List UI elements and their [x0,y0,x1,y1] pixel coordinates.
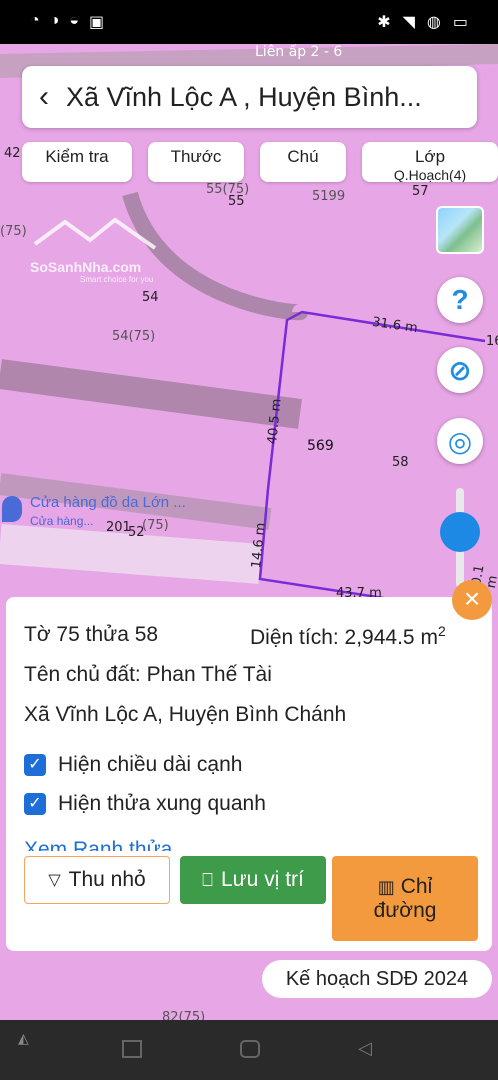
map-number: 5199 [312,189,346,204]
page-title: Xã Vĩnh Lộc A , Huyện Bình... [66,81,422,112]
layer-label: Lớp [414,147,446,166]
compass-icon: ⊘ [448,354,472,386]
map-number: 57 [412,184,429,199]
network-icon: ◥ [402,14,415,31]
status-left: ◔ ◑ ◒ ▣ [30,12,104,32]
layer-button[interactable]: Lớp Q.Hoạch(4) [362,142,498,182]
directions-button[interactable]: ▥ Chỉ đường [332,856,478,941]
directions-label-1: Chỉ [400,874,433,898]
note-button[interactable]: Chú [260,142,346,182]
shop-label: Cửa hàng đồ da Lớn ... [30,494,186,511]
watermark-tagline: Smart choice for you [80,275,154,284]
system-nav-bar: ◭ ◁ [0,1020,498,1080]
map-number: 42 [4,146,21,161]
plan-year-chip[interactable]: Kế hoạch SDĐ 2024 [262,960,492,998]
parcel-info-sheet: Tờ 75 thửa 58 Diện tích: 2,944.5 m2 Tên … [6,597,492,951]
collapse-label: Thu nhỏ [68,868,146,891]
checkbox-show-neighbors[interactable]: ✓ [24,793,46,815]
directions-label-2: đường [373,898,437,922]
status-bar: ◔ ◑ ◒ ▣ ✱ ◥ ◍ ▭ [0,0,498,44]
header-bar: ‹ Xã Vĩnh Lộc A , Huyện Bình... [22,66,477,128]
checkbox-show-edge-length[interactable]: ✓ [24,754,46,776]
map-icon: ▥ [377,876,395,897]
triangle-down-icon: ▽ [48,872,61,889]
accessibility-icon[interactable]: ◭ [18,1030,29,1047]
parcel-number: 569 [307,438,334,454]
layer-sub: Q.Hoạch(4) [393,167,467,182]
bookmark-icon: ⎕ [202,869,213,890]
measure-label: Thước [170,147,222,166]
status-right: ✱ ◥ ◍ ▭ [377,12,468,32]
help-button[interactable]: ? [437,277,483,323]
notification-icon: ◒ [69,12,80,29]
shop-label-secondary: Cửa hàng... [30,514,94,528]
battery-icon: ▭ [452,14,468,31]
parcel-id: Tờ 75 thửa 58 [24,623,159,646]
checkbox-label: Hiện chiều dài cạnh [58,753,243,776]
area-label: Diện tích: 2,944.5 m [250,626,438,649]
area-text: Diện tích: 2,944.5 m2 [250,623,446,650]
check-label: Kiểm tra [45,147,109,166]
map-number: 58 [392,455,409,470]
shop-pin-icon [2,496,22,522]
view-boundary-link[interactable]: Xem Ranh thửa [24,835,172,851]
map-number: 54 [142,290,159,305]
check-button[interactable]: Kiểm tra [22,142,132,182]
street-label: Liên ấp 2 - 6 [255,44,343,60]
save-location-button[interactable]: ⎕ Lưu vị trí [180,856,326,904]
map-layer-toggle[interactable] [436,206,484,254]
locate-icon: ◎ [447,425,473,457]
measure-button[interactable]: Thước [148,142,244,182]
collapse-button[interactable]: ▽ Thu nhỏ [24,856,170,904]
check-icon: ✓ [28,756,42,773]
watermark-brand: SoSanhNha.com [30,259,142,275]
recent-apps-icon[interactable] [122,1040,142,1058]
map-number: 16 [486,334,498,349]
back-button[interactable]: ‹ [22,80,66,114]
compass-button[interactable]: ⊘ [437,347,483,393]
map-number: (75) [0,224,27,239]
check-icon: ✓ [28,795,42,812]
media-icon: ▣ [89,14,105,31]
sync-icon: ◍ [426,14,441,31]
locate-button[interactable]: ◎ [437,418,483,464]
close-icon: × [463,583,481,614]
map-number: 82(75) [162,1010,206,1020]
close-sheet-button[interactable]: × [452,580,492,620]
area-unit-sup: 2 [437,623,446,639]
notification-icon: ◑ [49,12,60,29]
map-number: 54(75) [112,329,156,344]
save-label: Lưu vị trí [220,868,304,891]
shop-poi[interactable]: Cửa hàng đồ da Lớn ... Cửa hàng... [0,490,240,530]
notification-icon: ◔ [30,12,40,29]
help-icon: ? [451,284,469,315]
owner-text: Tên chủ đất: Phan Thế Tài [24,663,272,686]
home-icon[interactable] [240,1040,260,1058]
opacity-slider-knob[interactable] [440,512,480,552]
checkbox-label: Hiện thửa xung quanh [58,792,266,815]
address-text: Xã Vĩnh Lộc A, Huyện Bình Chánh [24,703,347,726]
note-label: Chú [287,147,319,166]
house-logo-icon [33,217,157,250]
watermark: SoSanhNha.com Smart choice for you [30,214,160,284]
map-number: 55 [228,194,245,209]
bluetooth-icon: ✱ [377,14,391,31]
back-nav-icon[interactable]: ◁ [358,1038,372,1059]
